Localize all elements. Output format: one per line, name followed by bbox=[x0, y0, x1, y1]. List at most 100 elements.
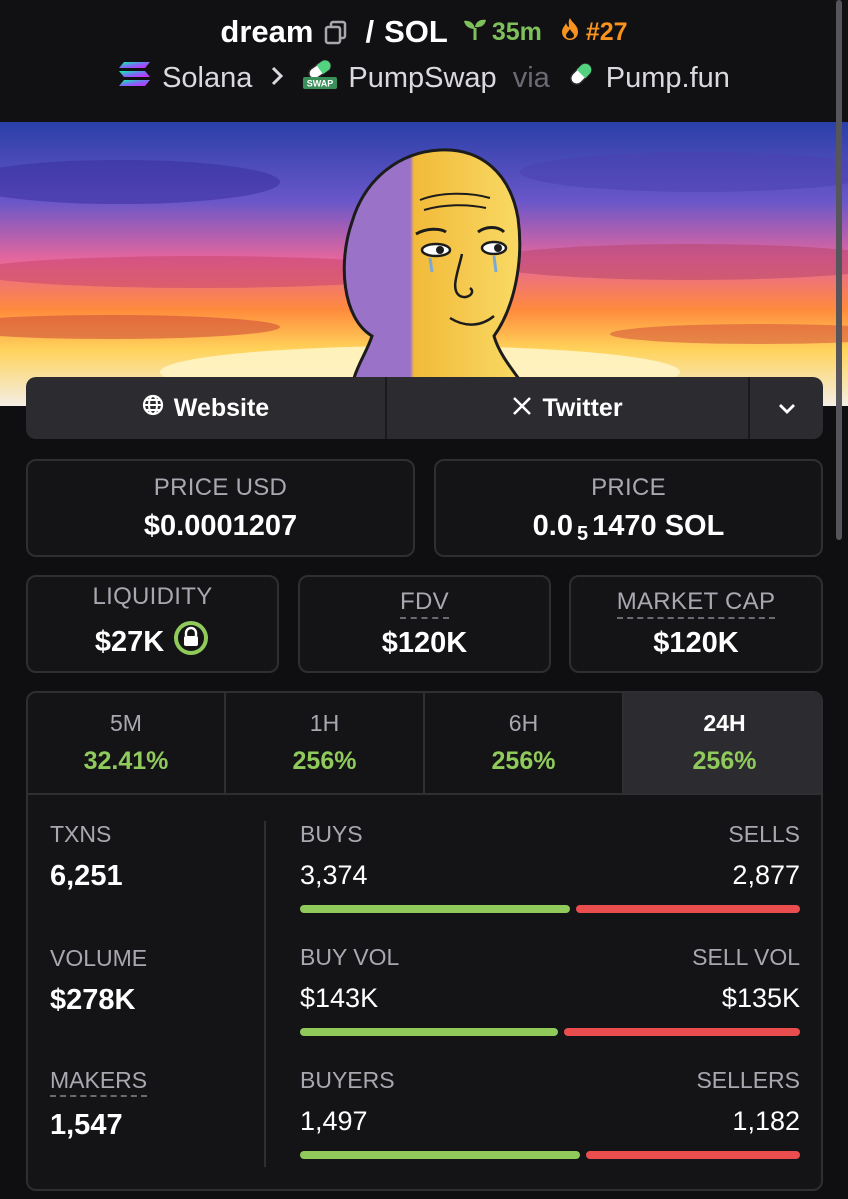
social-links-bar: Website Twitter bbox=[26, 377, 823, 439]
flame-icon bbox=[558, 16, 582, 49]
price-usd-card: PRICE USD $0.0001207 bbox=[26, 459, 415, 557]
sell-volume-label: SELL VOL bbox=[692, 944, 800, 970]
price-native-prefix: 0.0 bbox=[532, 509, 573, 542]
trending-rank-value: #27 bbox=[585, 17, 628, 46]
price-native-rest: 1470 SOL bbox=[592, 509, 725, 542]
trending-rank[interactable]: #27 bbox=[558, 16, 628, 49]
sells-bar-fill bbox=[576, 905, 800, 913]
twitter-button[interactable]: Twitter bbox=[387, 377, 750, 439]
buy-sell-volume-row: BUY VOL SELL VOL $143K $135K bbox=[300, 944, 800, 1044]
volume-label: VOLUME bbox=[50, 945, 148, 971]
tab-1h[interactable]: 1H 256% bbox=[226, 693, 425, 793]
liquidity-label: LIQUIDITY bbox=[92, 583, 213, 610]
buyers-value: 1,497 bbox=[300, 1106, 368, 1136]
liquidity-card: LIQUIDITY $27K bbox=[26, 575, 279, 673]
tab-change: 256% bbox=[491, 747, 556, 775]
makers-label[interactable]: MAKERS bbox=[50, 1067, 148, 1097]
x-logo-icon bbox=[512, 394, 532, 423]
sell-volume-bar-fill bbox=[563, 1028, 800, 1036]
tab-label: 1H bbox=[309, 710, 340, 736]
token-page: dream / SOL 35m #27 Solana SWAP PumpSwap… bbox=[0, 0, 848, 1199]
token-banner-image bbox=[0, 122, 848, 406]
breadcrumb-chain[interactable]: Solana bbox=[162, 62, 252, 95]
volume-value: $278K bbox=[50, 984, 136, 1016]
buyers-sellers-bar bbox=[300, 1151, 800, 1159]
sells-value: 2,877 bbox=[732, 860, 800, 890]
market-cap-label[interactable]: MARKET CAP bbox=[616, 588, 776, 619]
market-cap-card: MARKET CAP $120K bbox=[569, 575, 823, 673]
tab-change: 256% bbox=[292, 747, 357, 775]
sprout-icon bbox=[462, 17, 488, 48]
pair-separator: / bbox=[365, 14, 375, 49]
price-usd-label: PRICE USD bbox=[153, 473, 288, 501]
sellers-label: SELLERS bbox=[696, 1067, 800, 1093]
txns-label: TXNS bbox=[50, 821, 112, 847]
tab-24h[interactable]: 24H 256% bbox=[624, 693, 821, 793]
sell-volume-value: $135K bbox=[721, 983, 800, 1013]
sells-label: SELLS bbox=[728, 821, 800, 847]
market-cap-value: $120K bbox=[653, 627, 739, 659]
txns-value: 6,251 bbox=[50, 860, 123, 892]
copy-icon[interactable] bbox=[323, 19, 349, 45]
price-usd-value: $0.0001207 bbox=[143, 509, 298, 542]
pair-age-value: 35m bbox=[491, 17, 542, 46]
pumpswap-icon: SWAP bbox=[302, 58, 338, 98]
website-button[interactable]: Website bbox=[26, 377, 387, 439]
buyers-label: BUYERS bbox=[300, 1067, 395, 1093]
buy-volume-label: BUY VOL bbox=[300, 944, 400, 970]
buy-volume-bar-fill bbox=[300, 1028, 558, 1036]
txns-stat: TXNS 6,251 bbox=[50, 821, 123, 893]
breadcrumb-dex[interactable]: PumpSwap bbox=[348, 62, 496, 95]
buys-value: 3,374 bbox=[300, 860, 368, 890]
fdv-label[interactable]: FDV bbox=[400, 588, 449, 619]
tab-change: 32.41% bbox=[83, 747, 169, 775]
tab-label: 6H bbox=[508, 710, 539, 736]
column-divider bbox=[264, 821, 266, 1167]
buy-volume-value: $143K bbox=[300, 983, 379, 1013]
breadcrumb: Solana SWAP PumpSwap via Pump.fun bbox=[0, 58, 848, 98]
price-native-value: 0.0 5 1470 SOL bbox=[532, 509, 725, 545]
price-native-label: PRICE bbox=[591, 473, 666, 501]
price-native-card: PRICE 0.0 5 1470 SOL bbox=[434, 459, 823, 557]
twitter-label: Twitter bbox=[542, 393, 623, 422]
tab-change: 256% bbox=[692, 747, 757, 775]
tab-5m[interactable]: 5M 32.41% bbox=[28, 693, 226, 793]
fdv-card: FDV $120K bbox=[298, 575, 551, 673]
tab-label: 24H bbox=[703, 710, 746, 736]
breadcrumb-via: via bbox=[512, 61, 550, 94]
more-links-button[interactable] bbox=[750, 377, 823, 439]
pair-header: dream / SOL 35m #27 Solana SWAP PumpSwap… bbox=[0, 0, 848, 122]
buys-label: BUYS bbox=[300, 821, 363, 847]
tab-6h[interactable]: 6H 256% bbox=[425, 693, 624, 793]
scrollbar[interactable] bbox=[836, 0, 842, 540]
timeframe-tabs: 5M 32.41% 1H 256% 6H 256% 24H 256% bbox=[28, 693, 821, 795]
fdv-value: $120K bbox=[381, 627, 468, 659]
globe-icon bbox=[142, 394, 164, 423]
pair-title: dream / SOL 35m #27 bbox=[0, 12, 848, 52]
makers-stat: MAKERS 1,547 bbox=[50, 1067, 148, 1142]
makers-value: 1,547 bbox=[50, 1109, 123, 1141]
tab-label: 5M bbox=[110, 710, 142, 736]
website-label: Website bbox=[173, 393, 270, 422]
buyers-bar-fill bbox=[300, 1151, 580, 1159]
chevron-down-icon bbox=[777, 394, 797, 423]
pill-icon bbox=[566, 59, 596, 97]
liquidity-row: $27K bbox=[95, 619, 210, 665]
buys-sells-bar bbox=[300, 905, 800, 913]
price-native-zeros: 5 bbox=[577, 522, 589, 545]
buys-sells-row: BUYS SELLS 3,374 2,877 bbox=[300, 821, 800, 921]
breadcrumb-launchpad[interactable]: Pump.fun bbox=[606, 62, 730, 95]
quote-symbol: SOL bbox=[384, 14, 448, 49]
sellers-value: 1,182 bbox=[732, 1106, 800, 1136]
buy-sell-volume-bar bbox=[300, 1028, 800, 1036]
buyers-sellers-row: BUYERS SELLERS 1,497 1,182 bbox=[300, 1067, 800, 1167]
liquidity-value: $27K bbox=[94, 625, 165, 658]
stats-panel: 5M 32.41% 1H 256% 6H 256% 24H 256% TXNS … bbox=[26, 691, 823, 1191]
volume-stat: VOLUME $278K bbox=[50, 945, 147, 1017]
sellers-bar-fill bbox=[585, 1151, 800, 1159]
swap-badge: SWAP bbox=[307, 79, 334, 89]
lock-icon[interactable] bbox=[172, 619, 210, 665]
solana-icon bbox=[118, 59, 152, 97]
buys-bar-fill bbox=[300, 905, 570, 913]
chevron-right-icon bbox=[270, 63, 284, 94]
